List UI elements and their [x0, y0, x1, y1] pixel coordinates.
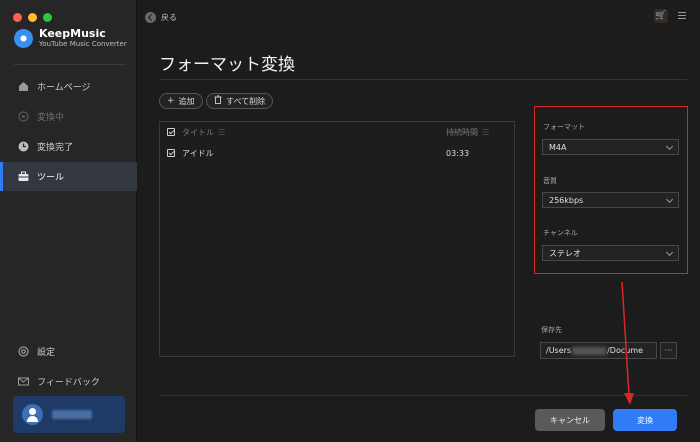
sidebar-nav: ホームページ 変換中 変換完了 ツール [0, 72, 137, 192]
chevron-down-icon [665, 195, 674, 204]
add-button[interactable]: + 追加 [159, 93, 203, 109]
track-title: アイドル [182, 148, 214, 158]
clock-icon [18, 141, 29, 152]
mail-icon [18, 376, 29, 387]
sidebar-item-converted[interactable]: 変換完了 [0, 132, 137, 161]
chevron-down-icon [665, 248, 674, 257]
sidebar-bottom-nav: 設定 フィードバック [0, 337, 137, 397]
sidebar-item-feedback[interactable]: フィードバック [0, 367, 137, 395]
sidebar-item-label: 変換完了 [37, 143, 74, 153]
sidebar-item-label: 設定 [37, 347, 56, 358]
quality-value: 256kbps [549, 195, 584, 205]
track-duration: 03:33 [446, 148, 470, 158]
sidebar-item-label: 変換中 [37, 113, 65, 123]
zoom-window-button[interactable] [43, 13, 52, 22]
sort-icon: ☰ [482, 127, 490, 137]
quality-select[interactable]: 256kbps [542, 192, 679, 208]
sidebar-item-label: フィードバック [37, 377, 100, 388]
chevron-down-icon [665, 142, 674, 151]
app-logo-icon [14, 29, 33, 48]
trash-icon [214, 95, 222, 107]
output-path-field[interactable]: /Users /Docume [540, 342, 657, 359]
add-label: 追加 [178, 96, 195, 106]
column-header-title[interactable]: タイトル ☰ [182, 127, 225, 138]
user-account-card[interactable] [13, 396, 125, 433]
table-row[interactable]: アイドル 03:33 [160, 142, 514, 164]
format-label: フォーマット [543, 123, 585, 131]
title-divider [159, 79, 687, 80]
plus-icon: + [167, 96, 175, 106]
format-select[interactable]: M4A [542, 139, 679, 155]
toolbox-icon [18, 171, 29, 182]
back-arrow-icon [145, 12, 156, 23]
channel-label: チャンネル [543, 229, 578, 237]
menu-icon[interactable] [678, 12, 686, 20]
quality-label: 音質 [543, 177, 557, 185]
sidebar-item-tools[interactable]: ツール [0, 162, 137, 191]
redacted-username [572, 346, 607, 355]
sidebar-item-label: ホームページ [37, 83, 91, 93]
avatar [22, 404, 43, 425]
output-path-suffix: /Docume [607, 346, 644, 355]
cancel-button[interactable]: キャンセル [535, 409, 605, 431]
app-name: KeepMusic [39, 27, 106, 40]
delete-all-label: すべて削除 [226, 96, 266, 106]
gear-icon [18, 345, 29, 357]
output-settings-panel: フォーマット M4A 音質 256kbps チャンネル ステレオ [534, 106, 688, 274]
select-all-checkbox[interactable] [167, 128, 175, 136]
table-header: タイトル ☰ 持続時間 ☰ [160, 122, 514, 142]
close-window-button[interactable] [13, 13, 22, 22]
footer-divider [159, 395, 687, 396]
row-checkbox[interactable] [167, 149, 175, 157]
convert-button[interactable]: 変換 [613, 409, 677, 431]
delete-all-button[interactable]: すべて削除 [206, 93, 274, 109]
sidebar-item-converting[interactable]: 変換中 [0, 102, 137, 131]
sidebar-divider [14, 64, 126, 65]
sidebar-item-label: ツール [37, 173, 65, 183]
sidebar-item-home[interactable]: ホームページ [0, 72, 137, 101]
back-button[interactable]: 戻る [145, 12, 177, 23]
home-icon [18, 81, 29, 92]
channel-value: ステレオ [549, 248, 581, 258]
sidebar: KeepMusic YouTube Music Converter ホームページ… [0, 0, 137, 442]
column-header-duration[interactable]: 持続時間 ☰ [446, 127, 489, 138]
output-folder-label: 保存先 [541, 326, 562, 334]
sort-icon: ☰ [218, 127, 226, 137]
converting-icon [18, 111, 29, 122]
main-panel: 戻る 🛒 フォーマット変換 + 追加 すべて削除 タイトル ☰ 持続時間 ☰ アイド… [138, 0, 700, 442]
output-path-prefix: /Users [546, 346, 572, 355]
page-title: フォーマット変換 [159, 55, 295, 75]
channel-select[interactable]: ステレオ [542, 245, 679, 261]
cart-icon[interactable]: 🛒 [654, 9, 668, 23]
browse-button[interactable]: ··· [660, 342, 677, 359]
username-redacted [52, 410, 92, 419]
window-controls [13, 13, 52, 22]
sidebar-item-settings[interactable]: 設定 [0, 337, 137, 365]
track-table: タイトル ☰ 持続時間 ☰ アイドル 03:33 [159, 121, 515, 357]
back-label: 戻る [161, 13, 177, 22]
minimize-window-button[interactable] [28, 13, 37, 22]
app-brand: KeepMusic YouTube Music Converter [14, 28, 127, 49]
format-value: M4A [549, 142, 567, 152]
app-subtitle: YouTube Music Converter [39, 40, 127, 48]
